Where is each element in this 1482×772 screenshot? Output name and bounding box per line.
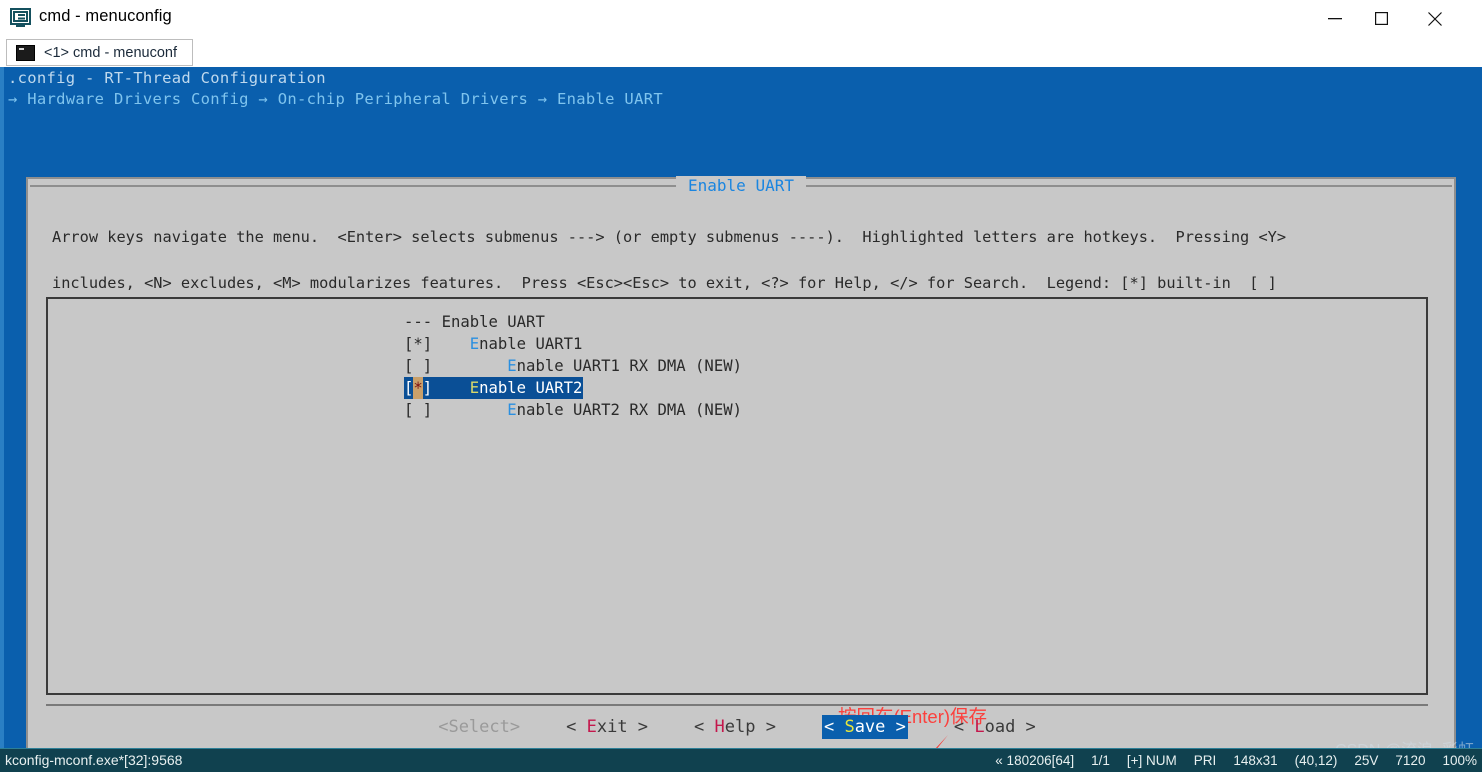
menu-item[interactable]: [*] Enable UART2: [404, 377, 583, 399]
menu-item-hotkey: E: [507, 357, 516, 375]
checkbox-bracket-open: [: [404, 379, 413, 397]
button-label: elect>: [459, 717, 520, 737]
terminal-surface: .config - RT-Thread Configuration → Hard…: [0, 67, 1482, 748]
window-title: cmd - menuconfig: [39, 7, 172, 26]
menu-item-hotkey: E: [470, 379, 479, 397]
menu-item-prefix: [ ]: [404, 357, 442, 375]
config-header: .config - RT-Thread Configuration: [8, 69, 326, 87]
button-hotkey: H: [715, 717, 725, 737]
menuconfig-dialog: Enable UART Arrow keys navigate the menu…: [26, 177, 1456, 764]
dialog-title: Enable UART: [676, 176, 806, 195]
close-button[interactable]: [1412, 0, 1458, 37]
menu-row[interactable]: [*] Enable UART1: [404, 333, 742, 355]
load-button[interactable]: < Load >: [954, 717, 1036, 737]
terminal-icon: [16, 45, 35, 61]
window-titlebar: cmd - menuconfig: [0, 0, 1482, 38]
terminal-left-stripe: [0, 67, 4, 748]
button-label: oad >: [985, 717, 1036, 737]
menu-row[interactable]: [ ] Enable UART1 RX DMA (NEW): [404, 355, 742, 377]
status-process: kconfig-mconf.exe*[32]:9568: [5, 752, 182, 768]
status-cell[interactable]: 100%: [1442, 753, 1477, 768]
save-button[interactable]: < Save >: [822, 715, 908, 739]
menu-item-label: nable UART2: [479, 379, 582, 397]
menu-item-hotkey: E: [470, 335, 479, 353]
menu-item-indent: [442, 357, 508, 375]
checkbox-bracket-close: ]: [423, 379, 442, 397]
cursor-cell: *: [413, 377, 422, 399]
menu-item-prefix: [*]: [404, 335, 442, 353]
button-bar: <Select>< Exit >< Help >< Save >< Load >: [46, 704, 1428, 748]
button-label: xit >: [597, 717, 648, 737]
button-bracket-open: <: [694, 717, 714, 737]
help-button[interactable]: < Help >: [694, 717, 776, 737]
menu-listbox[interactable]: --- Enable UART[*] Enable UART1[ ] Enabl…: [46, 297, 1428, 695]
menu-item-label: nable UART2 RX DMA (NEW): [517, 401, 742, 419]
dialog-title-rule: Enable UART: [28, 177, 1454, 195]
status-cell[interactable]: (40,12): [1295, 753, 1338, 768]
menu-item[interactable]: [*] Enable UART1: [404, 333, 742, 355]
status-cell[interactable]: 148x31: [1233, 753, 1277, 768]
status-cell[interactable]: 25V: [1354, 753, 1378, 768]
status-cell[interactable]: PRI: [1194, 753, 1217, 768]
menu-row[interactable]: --- Enable UART: [404, 311, 742, 333]
exit-button[interactable]: < Exit >: [566, 717, 648, 737]
button-bracket-open: <: [824, 717, 844, 737]
button-hotkey: S: [448, 717, 458, 737]
rule-right: [802, 185, 1452, 187]
help-line-2: includes, <N> excludes, <M> modularizes …: [52, 272, 1436, 295]
button-bracket-open: <: [438, 717, 448, 737]
menu-item-hotkey: E: [507, 401, 516, 419]
tab-cmd-menuconfig[interactable]: <1> cmd - menuconf: [6, 39, 193, 66]
rule-left: [30, 185, 680, 187]
menu-item[interactable]: --- Enable UART: [404, 311, 742, 333]
button-hotkey: E: [587, 717, 597, 737]
maximize-button[interactable]: [1358, 0, 1404, 37]
tab-label: <1> cmd - menuconf: [44, 45, 177, 61]
menu-item-label: nable UART1 RX DMA (NEW): [517, 357, 742, 375]
button-bracket-open: <: [566, 717, 586, 737]
menu-row[interactable]: [*] Enable UART2: [404, 377, 742, 399]
menu-item-indent: [442, 379, 470, 397]
menu-item-prefix: ---: [404, 313, 442, 331]
button-hotkey: S: [844, 717, 854, 737]
minimize-button[interactable]: [1312, 0, 1358, 37]
menu-item-prefix: [ ]: [404, 401, 442, 419]
tab-bar: <1> cmd - menuconf Search: [0, 37, 1482, 67]
menu-item-indent: [442, 335, 470, 353]
menu-items: --- Enable UART[*] Enable UART1[ ] Enabl…: [404, 311, 742, 421]
select-button[interactable]: <Select>: [438, 717, 520, 737]
button-label: elp >: [725, 717, 776, 737]
status-cell[interactable]: [+] NUM: [1127, 753, 1177, 768]
screen: cmd - menuconfig <1> cmd - menuconf Sear…: [0, 0, 1482, 772]
status-cells: « 180206[64] 1/1 [+] NUM PRI 148x31 (40,12) 25…: [978, 753, 1477, 768]
help-line-1: Arrow keys navigate the menu. <Enter> se…: [52, 226, 1436, 249]
status-cell[interactable]: 7120: [1395, 753, 1425, 768]
button-bracket-open: <: [954, 717, 974, 737]
status-bar: kconfig-mconf.exe*[32]:9568 « 180206[64]…: [0, 748, 1482, 772]
app-icon: [10, 8, 31, 29]
status-cell[interactable]: 1/1: [1091, 753, 1110, 768]
menu-item-label: nable UART1: [479, 335, 582, 353]
menu-item[interactable]: [ ] Enable UART2 RX DMA (NEW): [404, 399, 742, 421]
status-cell[interactable]: « 180206[64]: [995, 753, 1074, 768]
breadcrumb: → Hardware Drivers Config → On-chip Peri…: [8, 90, 663, 108]
button-hotkey: L: [974, 717, 984, 737]
menu-item-indent: [442, 401, 508, 419]
menu-item[interactable]: [ ] Enable UART1 RX DMA (NEW): [404, 355, 742, 377]
button-label: ave >: [855, 717, 906, 737]
menu-row[interactable]: [ ] Enable UART2 RX DMA (NEW): [404, 399, 742, 421]
menu-item-label: Enable UART: [442, 313, 545, 331]
